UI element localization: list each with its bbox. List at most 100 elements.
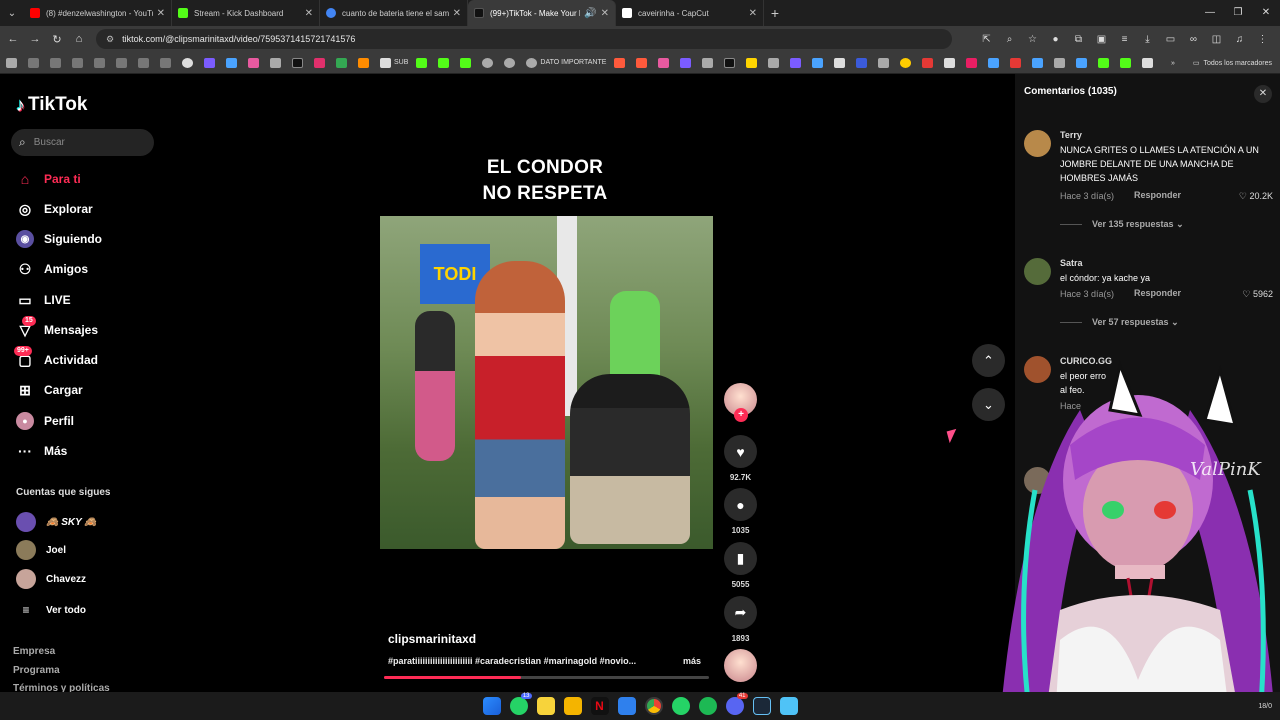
bookmark-item[interactable]: [358, 56, 372, 70]
save-button[interactable]: ▮ 5055: [724, 542, 757, 589]
close-tab-icon[interactable]: ✕: [601, 8, 609, 19]
close-tab-icon[interactable]: ✕: [157, 8, 165, 19]
bookmark-item[interactable]: [988, 56, 1002, 70]
menu-icon[interactable]: ⋮: [1251, 34, 1274, 45]
extensions-icon[interactable]: ⧉: [1067, 34, 1090, 45]
following-account[interactable]: Joel: [16, 540, 66, 560]
comment-like-button[interactable]: ♡ 5962: [1242, 289, 1273, 300]
steam-icon[interactable]: [752, 697, 771, 715]
nav-cargar[interactable]: ⊞ Cargar: [16, 381, 83, 399]
bookmark-item[interactable]: [856, 56, 870, 70]
close-tab-icon[interactable]: ✕: [749, 8, 757, 19]
following-account[interactable]: 🙈 SKY 🙈: [16, 512, 97, 532]
author-avatar-button[interactable]: +: [724, 383, 757, 422]
install-icon[interactable]: ⇱: [975, 34, 998, 45]
bookmark-item[interactable]: [702, 56, 716, 70]
whatsapp-app-icon[interactable]: [671, 697, 690, 715]
bookmark-item[interactable]: [768, 56, 782, 70]
bookmark-item[interactable]: [438, 56, 452, 70]
browser-tab-active[interactable]: (99+)TikTok - Make Your Day 🔊 ✕: [468, 0, 616, 26]
bookmark-item[interactable]: [226, 56, 240, 70]
nav-actividad[interactable]: ▢ 99+ Actividad: [14, 346, 98, 369]
photos-icon[interactable]: [617, 697, 636, 715]
video-player[interactable]: TODI: [380, 216, 713, 549]
windows-start-icon[interactable]: [482, 697, 501, 715]
bookmark-item[interactable]: [900, 56, 914, 70]
bookmark-item[interactable]: [1054, 56, 1068, 70]
bookmark-folder[interactable]: [28, 56, 42, 70]
close-comments-button[interactable]: ✕: [1254, 85, 1272, 103]
bookmark-item[interactable]: [790, 56, 804, 70]
chrome-icon[interactable]: [644, 697, 663, 715]
footer-link-empresa[interactable]: Empresa: [13, 646, 55, 657]
comment-like-button[interactable]: ♡ 20.2K: [1239, 191, 1273, 202]
comment-username[interactable]: Terry: [1060, 130, 1082, 140]
bookmark-star-icon[interactable]: ☆: [1021, 34, 1044, 45]
avatar[interactable]: [1024, 130, 1051, 157]
bookmark-item[interactable]: [314, 56, 328, 70]
bookmark-item[interactable]: [746, 56, 760, 70]
bookmark-item[interactable]: [204, 56, 218, 70]
bookmark-item[interactable]: [834, 56, 848, 70]
bookmark-item[interactable]: [182, 56, 196, 70]
follow-plus-icon[interactable]: +: [734, 408, 748, 422]
browser-tab[interactable]: cuanto de bateria tiene el samsung ✕: [320, 0, 468, 26]
bookmark-item[interactable]: [614, 56, 628, 70]
comment-username[interactable]: Satra: [1060, 258, 1083, 268]
tiktok-logo[interactable]: ♪ TikTok: [16, 94, 87, 116]
apps-icon[interactable]: [6, 56, 20, 70]
bookmark-item[interactable]: [658, 56, 672, 70]
bookmark-item[interactable]: [922, 56, 936, 70]
bookmark-item[interactable]: [680, 56, 694, 70]
following-account[interactable]: Chavezz: [16, 569, 86, 589]
bookmark-item[interactable]: [878, 56, 892, 70]
reload-icon[interactable]: ↻: [46, 33, 68, 46]
bookmark-item[interactable]: [248, 56, 262, 70]
browser-tab[interactable]: (8) #denzelwashington - YouTube ✕: [24, 0, 172, 26]
nav-mas[interactable]: ··· Más: [16, 442, 67, 460]
all-bookmarks[interactable]: » ▭ Todos los marcadores: [1171, 52, 1272, 74]
bookmark-folder[interactable]: [116, 56, 130, 70]
reply-button[interactable]: Responder: [1134, 288, 1181, 298]
bookmark-item[interactable]: [460, 56, 474, 70]
bookmark-folder[interactable]: [50, 56, 64, 70]
bookmark-folder[interactable]: [94, 56, 108, 70]
restore-icon[interactable]: ❐: [1224, 0, 1252, 26]
comment-button[interactable]: ● 1035: [724, 488, 757, 535]
bookmark-dato[interactable]: DATO IMPORTANTE: [526, 56, 606, 70]
address-bar[interactable]: ⚙ tiktok.com/@clipsmarinitaxd/video/7595…: [96, 29, 952, 49]
bookmark-folder[interactable]: [72, 56, 86, 70]
link-icon[interactable]: ∞: [1182, 34, 1205, 45]
bookmark-item[interactable]: [336, 56, 350, 70]
home-button-icon[interactable]: ⌂: [68, 33, 90, 45]
browser-tab[interactable]: caveirinha - CapCut ✕: [616, 0, 764, 26]
footer-link-programa[interactable]: Programa: [13, 665, 60, 676]
see-all-link[interactable]: ≡ Ver todo: [16, 600, 86, 620]
file-explorer-icon[interactable]: [563, 697, 582, 715]
site-info-icon[interactable]: ⚙: [106, 34, 114, 45]
more-link[interactable]: más: [678, 656, 701, 666]
nav-live[interactable]: ▭ LIVE: [16, 291, 70, 309]
nav-mensajes[interactable]: ▽ 15 Mensajes: [16, 316, 98, 339]
bookmark-item[interactable]: [504, 56, 518, 70]
download-icon[interactable]: ⤓: [1136, 34, 1159, 45]
bookmark-folder[interactable]: [160, 56, 174, 70]
notepad-icon[interactable]: [779, 697, 798, 715]
bookmark-item[interactable]: [270, 56, 284, 70]
nav-amigos[interactable]: ⚇ Amigos: [16, 260, 88, 278]
close-tab-icon[interactable]: ✕: [453, 8, 461, 19]
sidepanel-icon[interactable]: ◫: [1205, 34, 1228, 45]
cast-icon[interactable]: ▭: [1159, 34, 1182, 45]
like-button[interactable]: ♥ 92.7K: [724, 435, 757, 482]
profile-icon[interactable]: ●: [1044, 34, 1067, 45]
bookmark-sub[interactable]: SUB: [380, 56, 408, 70]
nav-perfil[interactable]: ● Perfil: [16, 412, 74, 430]
sound-avatar-button[interactable]: [724, 649, 757, 682]
tab-search-icon[interactable]: ⌄: [0, 0, 24, 26]
whatsapp-icon[interactable]: 13: [509, 693, 532, 715]
close-window-icon[interactable]: ✕: [1252, 0, 1280, 26]
media-icon[interactable]: ♫: [1228, 34, 1251, 45]
avatar[interactable]: [1024, 258, 1051, 285]
bookmark-folder[interactable]: [138, 56, 152, 70]
bookmark-item[interactable]: [1142, 56, 1156, 70]
